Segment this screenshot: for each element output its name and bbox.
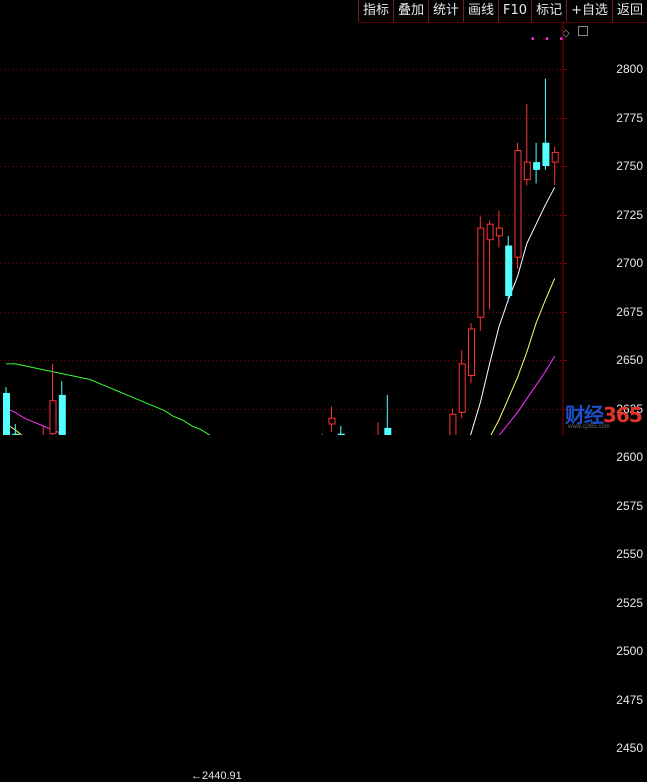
y-tick-label: 2775 (616, 110, 643, 125)
candle-body (449, 413, 457, 435)
candle-body (3, 392, 10, 435)
candle-body (495, 227, 503, 237)
watermark-url: www.cj365.com (568, 424, 610, 430)
candle-body (458, 363, 466, 413)
candle-body (486, 223, 494, 241)
candle-body (514, 149, 522, 258)
candle-body (523, 161, 531, 181)
candle-body (58, 394, 66, 435)
y-tick-label: 2500 (616, 643, 643, 658)
candle-body (468, 328, 475, 377)
y-tick-label: 2650 (616, 352, 643, 367)
y-tick-label: 2700 (616, 255, 643, 270)
low-price-annotation: ←2440.91 (191, 769, 242, 782)
candle-body (505, 245, 513, 296)
y-tick-label: 2475 (616, 692, 643, 707)
candle-body (384, 427, 392, 435)
candlestick-chart[interactable] (0, 0, 647, 435)
candle-body (49, 400, 57, 435)
y-tick-label: 2750 (616, 158, 643, 173)
candle-body (542, 142, 550, 166)
y-tick-label: 2525 (616, 595, 643, 610)
candle-body (477, 227, 485, 318)
ma-line-ma5 (469, 187, 556, 435)
y-tick-label: 2600 (616, 449, 643, 464)
candle-body (533, 162, 541, 170)
y-tick-label: 2450 (616, 740, 643, 755)
y-tick-label: 2800 (616, 61, 643, 76)
candle-body (328, 417, 336, 425)
y-tick-label: 2675 (616, 304, 643, 319)
y-tick-label: 2550 (616, 546, 643, 561)
y-tick-label: 2725 (616, 207, 643, 222)
y-tick-label: 2575 (616, 498, 643, 513)
candle-body (551, 151, 559, 163)
